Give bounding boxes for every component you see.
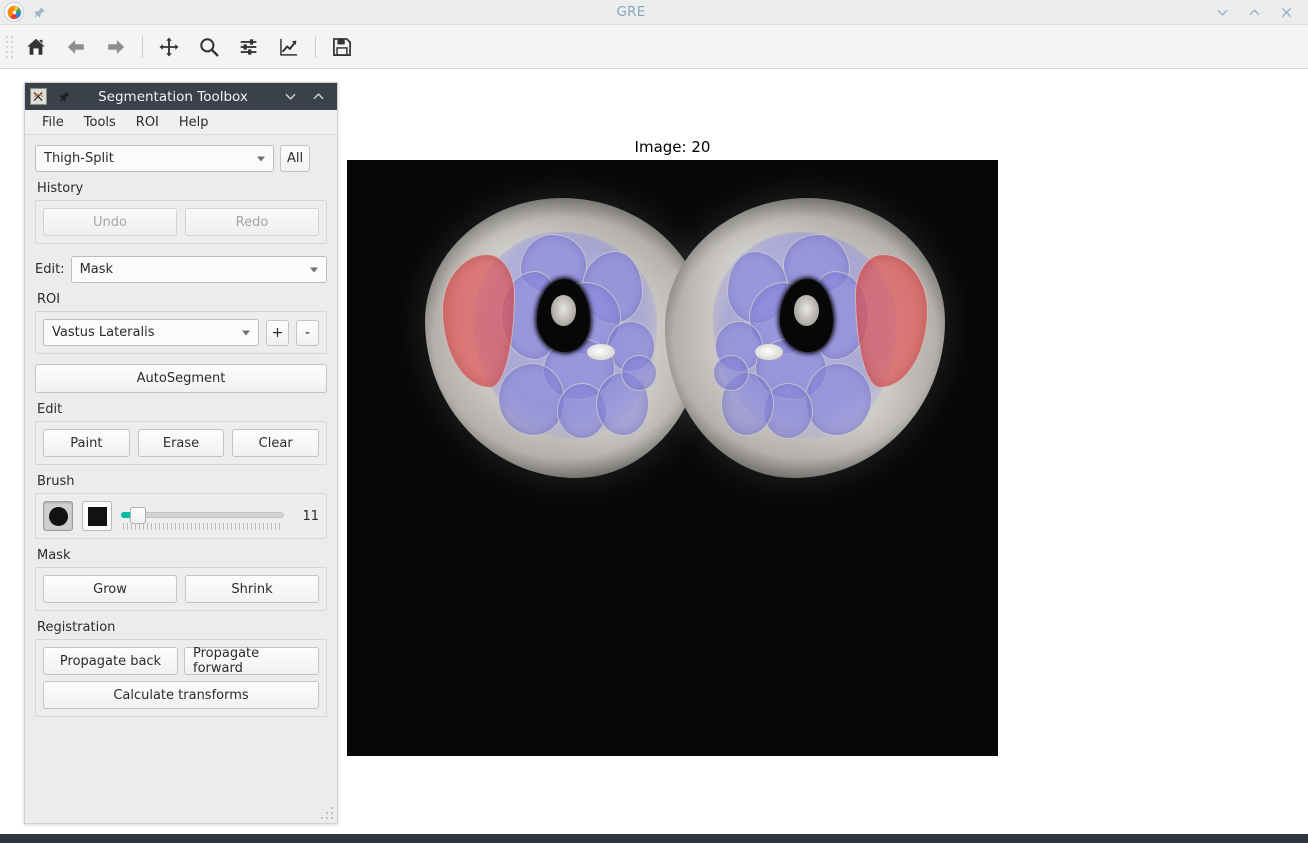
menu-roi[interactable]: ROI — [127, 112, 168, 133]
circle-brush-icon[interactable] — [43, 501, 73, 531]
right-thigh — [665, 198, 945, 478]
history-label: History — [37, 181, 84, 196]
pin-icon[interactable] — [55, 88, 73, 106]
muscle-roi-overlay — [497, 363, 565, 436]
dataset-select[interactable]: Thigh-Split — [35, 145, 274, 172]
registration-group: Propagate back Propagate forward Calcula… — [35, 639, 327, 717]
roi-select-value: Vastus Lateralis — [52, 325, 155, 340]
history-group: Undo Redo — [35, 200, 327, 244]
erase-button[interactable]: Erase — [137, 429, 225, 457]
slider-ticks — [123, 523, 282, 530]
toolbox-maximize-button[interactable] — [311, 90, 325, 104]
menu-tools[interactable]: Tools — [75, 112, 125, 133]
close-button[interactable] — [1278, 4, 1294, 20]
toolbox-titlebar[interactable]: Segmentation Toolbox — [25, 83, 337, 110]
muscle-roi-overlay — [712, 354, 749, 392]
pin-icon[interactable] — [30, 3, 48, 21]
propagate-back-button[interactable]: Propagate back — [43, 647, 178, 675]
femur-bone — [537, 279, 591, 352]
window-titlebar: GRE — [0, 0, 1308, 25]
pan-button[interactable] — [153, 31, 185, 63]
mask-buttons: Grow Shrink — [43, 575, 319, 603]
plot-title: Image: 20 — [634, 138, 711, 156]
toolbar-drag-handle[interactable] — [4, 34, 14, 60]
brush-row: 11 — [43, 501, 319, 531]
mri-image[interactable] — [347, 160, 998, 756]
mask-label: Mask — [37, 548, 71, 563]
square-brush-icon[interactable] — [82, 501, 112, 531]
chevron-down-icon — [310, 267, 318, 272]
all-button[interactable]: All — [280, 145, 310, 172]
vessel-marker — [754, 343, 783, 361]
registration-row-2: Calculate transforms — [43, 681, 319, 709]
matplotlib-icon — [30, 88, 47, 105]
subplots-button[interactable] — [233, 31, 265, 63]
home-button[interactable] — [20, 31, 52, 63]
roi-row: Vastus Lateralis + - — [43, 319, 319, 346]
edit-buttons: Paint Erase Clear — [43, 429, 320, 457]
remove-roi-button[interactable]: - — [296, 319, 319, 346]
roi-select[interactable]: Vastus Lateralis — [43, 319, 259, 346]
window-statusbar — [0, 834, 1308, 843]
edit-label: Edit — [37, 402, 63, 417]
toolbar-separator — [142, 35, 143, 58]
dataset-row: Thigh-Split All — [35, 145, 327, 172]
registration-row-1: Propagate back Propagate forward — [43, 646, 319, 676]
toolbox-title: Segmentation Toolbox — [98, 88, 248, 105]
toolbox-minimize-button[interactable] — [283, 90, 297, 104]
resize-grip-icon[interactable] — [320, 806, 334, 820]
edit-mode-row: Edit: Mask — [35, 256, 327, 283]
roi-label: ROI — [37, 292, 61, 307]
menu-file[interactable]: File — [33, 112, 73, 133]
toolbox-menubar: File Tools ROI Help — [25, 110, 337, 135]
calculate-transforms-button[interactable]: Calculate transforms — [43, 681, 319, 709]
clear-button[interactable]: Clear — [232, 429, 320, 457]
add-roi-button[interactable]: + — [266, 319, 289, 346]
grow-button[interactable]: Grow — [43, 575, 177, 603]
edit-mode-value: Mask — [79, 262, 114, 277]
window-title: GRE — [616, 4, 646, 20]
back-button[interactable] — [60, 31, 92, 63]
toolbar-separator — [315, 35, 316, 58]
square-brush-glyph — [87, 506, 107, 526]
paint-button[interactable]: Paint — [43, 429, 130, 457]
brush-size-value: 11 — [302, 508, 319, 524]
zoom-button[interactable] — [193, 31, 225, 63]
customize-button[interactable] — [273, 31, 305, 63]
edit-mode-label: Edit: — [35, 262, 65, 277]
chevron-down-icon — [242, 330, 250, 335]
toolbox-body: Thigh-Split All History Undo Redo Edit: … — [25, 135, 337, 823]
matplotlib-icon — [4, 2, 24, 22]
toolbox-window-controls — [283, 90, 325, 104]
slider-handle[interactable] — [130, 507, 146, 524]
save-button[interactable] — [326, 31, 358, 63]
history-buttons: Undo Redo — [43, 208, 319, 236]
roi-group: Vastus Lateralis + - — [35, 311, 327, 354]
brush-label: Brush — [37, 474, 75, 489]
brush-group: 11 — [35, 493, 327, 539]
brush-size-slider[interactable] — [121, 501, 284, 531]
window-controls — [1214, 4, 1294, 20]
menu-help[interactable]: Help — [170, 112, 218, 133]
chevron-down-icon — [257, 156, 265, 161]
shrink-button[interactable]: Shrink — [185, 575, 319, 603]
mask-group: Grow Shrink — [35, 567, 327, 611]
edit-group: Paint Erase Clear — [35, 421, 327, 465]
dataset-select-value: Thigh-Split — [44, 151, 114, 166]
propagate-forward-button[interactable]: Propagate forward — [184, 646, 319, 676]
redo-button[interactable]: Redo — [185, 208, 319, 236]
autosegment-button[interactable]: AutoSegment — [35, 364, 327, 393]
maximize-button[interactable] — [1246, 4, 1262, 20]
undo-button[interactable]: Undo — [43, 208, 177, 236]
minimize-button[interactable] — [1214, 4, 1230, 20]
left-thigh — [425, 198, 705, 478]
edit-mode-select[interactable]: Mask — [70, 256, 327, 283]
femur-bone — [779, 279, 833, 352]
navigation-toolbar — [0, 25, 1308, 69]
registration-label: Registration — [37, 620, 116, 635]
segmentation-toolbox-panel: Segmentation Toolbox File Tools ROI Help… — [24, 82, 338, 824]
forward-button[interactable] — [100, 31, 132, 63]
circle-brush-glyph — [48, 506, 68, 526]
